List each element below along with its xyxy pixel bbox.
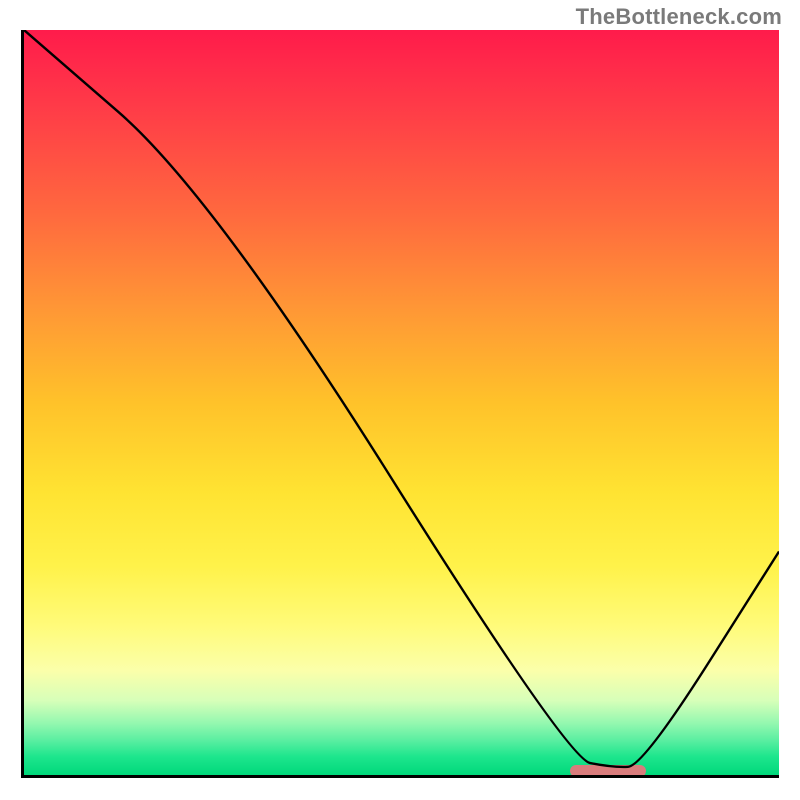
optimal-range-marker bbox=[570, 765, 646, 777]
background-gradient bbox=[24, 30, 779, 775]
plot-area bbox=[21, 30, 779, 778]
watermark-text: TheBottleneck.com bbox=[576, 4, 782, 30]
